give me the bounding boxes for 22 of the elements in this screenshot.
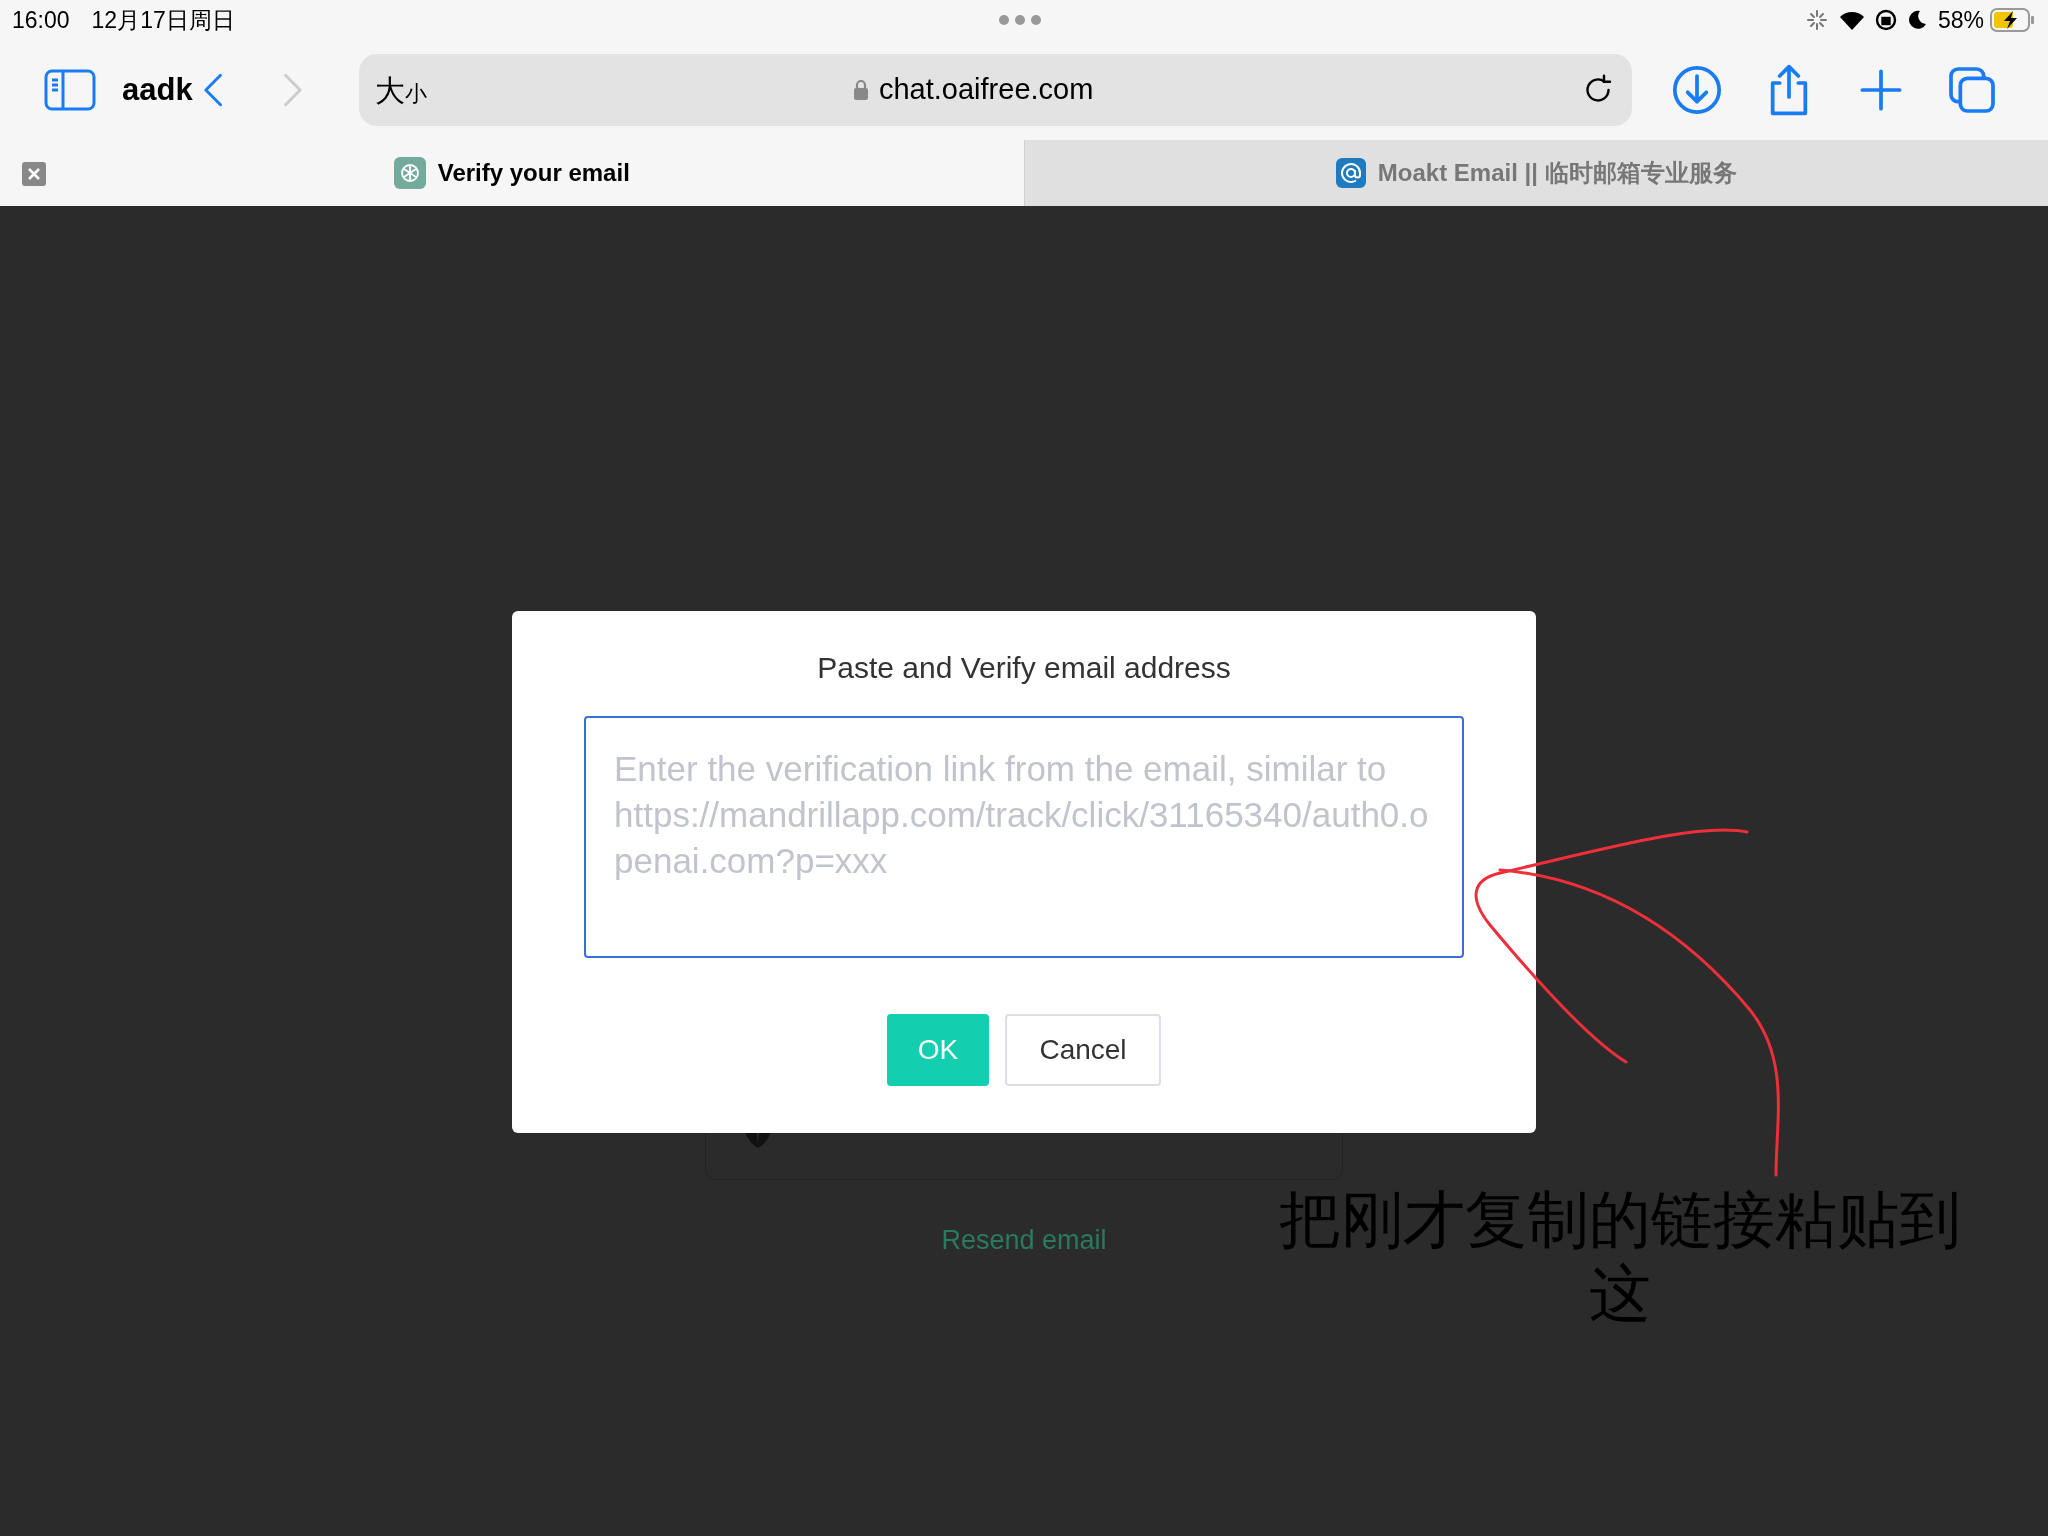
cancel-button[interactable]: Cancel: [1005, 1014, 1161, 1086]
verification-link-field[interactable]: Enter the verification link from the email, similar to https://mandrillapp.com/track/click/31165340/auth0.openai.com?p=xxx: [584, 716, 1464, 958]
more-dots-icon[interactable]: [998, 14, 1043, 26]
battery-percent: 58%: [1937, 5, 1984, 35]
page-zoom-button[interactable]: 大小: [374, 67, 427, 113]
wifi-icon: [1837, 9, 1866, 31]
status-date: 12月17日周日: [91, 5, 235, 35]
status-time: 16:00: [12, 5, 70, 35]
chat-logo-icon: [393, 157, 426, 189]
sidebar-icon[interactable]: [44, 69, 96, 111]
close-tab-icon[interactable]: [22, 162, 46, 186]
browser-tab[interactable]: Verify your email: [0, 140, 1024, 206]
tab-title: Verify your email: [437, 158, 630, 188]
activity-icon: [1805, 9, 1828, 31]
profile-name[interactable]: aadk: [122, 66, 193, 114]
address-bar[interactable]: 大小 chat.oaifree.com: [358, 54, 1632, 126]
url-text[interactable]: chat.oaifree.com: [878, 68, 1094, 112]
at-sign-icon: [1335, 158, 1366, 188]
dialog-title: Paste and Verify email address: [817, 650, 1231, 686]
rotation-lock-icon: [1873, 8, 1898, 32]
lock-icon: [852, 79, 869, 101]
tab-title: Moakt Email || 临时邮箱专业服务: [1377, 158, 1737, 188]
